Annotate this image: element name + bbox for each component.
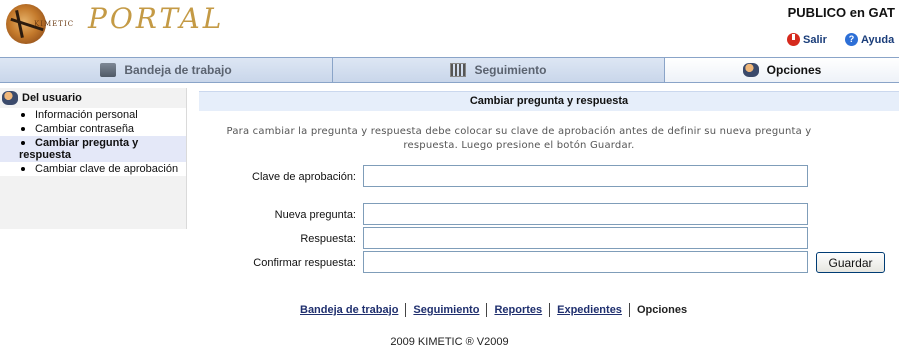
header: KIMETIC PORTAL PUBLICO en GAT Salir ? Ay… xyxy=(0,0,899,57)
footer-link-expedientes[interactable]: Expedientes xyxy=(557,304,622,316)
help-icon: ? xyxy=(845,33,858,46)
footer-current-opciones: Opciones xyxy=(636,304,688,316)
options-icon xyxy=(742,63,759,77)
tab-opciones[interactable]: Opciones xyxy=(665,58,899,82)
user-area: PUBLICO en GAT xyxy=(787,5,895,20)
sidebar-heading: Del usuario xyxy=(0,88,186,108)
logo-title: PORTAL xyxy=(88,2,225,35)
tab-label: Opciones xyxy=(766,63,822,77)
salir-label: Salir xyxy=(803,33,827,46)
sidebar-heading-label: Del usuario xyxy=(22,92,82,104)
confirmar-respuesta-input[interactable] xyxy=(363,251,808,273)
copyright: 2009 KIMETIC ® V2009 xyxy=(390,336,509,348)
inbox-icon xyxy=(100,63,117,77)
footer-nav: Bandeja de trabajo Seguimiento Reportes … xyxy=(300,303,687,317)
sidebar-item-informacion-personal[interactable]: Información personal xyxy=(0,108,186,122)
salir-link[interactable]: Salir xyxy=(787,33,827,46)
main-tabs: Bandeja de trabajo Seguimiento Opciones xyxy=(0,57,899,83)
nueva-pregunta-label: Nueva pregunta: xyxy=(274,209,356,221)
save-button[interactable]: Guardar xyxy=(816,252,885,273)
tab-label: Bandeja de trabajo xyxy=(124,63,232,77)
clave-label: Clave de aprobación: xyxy=(252,171,356,183)
sidebar-item-cambiar-clave[interactable]: Cambiar clave de aprobación xyxy=(0,162,186,176)
tab-bandeja-de-trabajo[interactable]: Bandeja de trabajo xyxy=(0,58,333,82)
ayuda-label: Ayuda xyxy=(861,33,895,46)
sidebar-item-cambiar-pregunta[interactable]: Cambiar pregunta y respuesta xyxy=(0,136,186,162)
sidebar: Del usuario Información personal Cambiar… xyxy=(0,88,187,229)
tab-label: Seguimiento xyxy=(474,63,547,77)
power-icon xyxy=(787,33,800,46)
tracking-icon xyxy=(450,63,467,77)
respuesta-label: Respuesta: xyxy=(300,233,356,245)
sidebar-item-cambiar-contrasena[interactable]: Cambiar contraseña xyxy=(0,122,186,136)
user-icon xyxy=(2,91,18,105)
instructions-text: Para cambiar la pregunta y respuesta deb… xyxy=(226,126,812,151)
footer-divider xyxy=(628,303,630,317)
footer-link-seguimiento[interactable]: Seguimiento xyxy=(413,304,479,316)
tab-seguimiento[interactable]: Seguimiento xyxy=(333,58,665,82)
ayuda-link[interactable]: ? Ayuda xyxy=(845,33,894,46)
confirmar-respuesta-label: Confirmar respuesta: xyxy=(253,257,356,269)
clave-aprobacion-input[interactable] xyxy=(363,165,808,187)
footer-link-reportes[interactable]: Reportes xyxy=(494,304,542,316)
footer-divider xyxy=(486,303,488,317)
footer-link-bandeja[interactable]: Bandeja de trabajo xyxy=(300,304,398,316)
nueva-pregunta-input[interactable] xyxy=(363,203,808,225)
logo-brand: KIMETIC xyxy=(34,20,75,28)
footer-divider xyxy=(405,303,407,317)
respuesta-input[interactable] xyxy=(363,227,808,249)
page-title: Cambiar pregunta y respuesta xyxy=(199,91,899,111)
footer-divider xyxy=(549,303,551,317)
